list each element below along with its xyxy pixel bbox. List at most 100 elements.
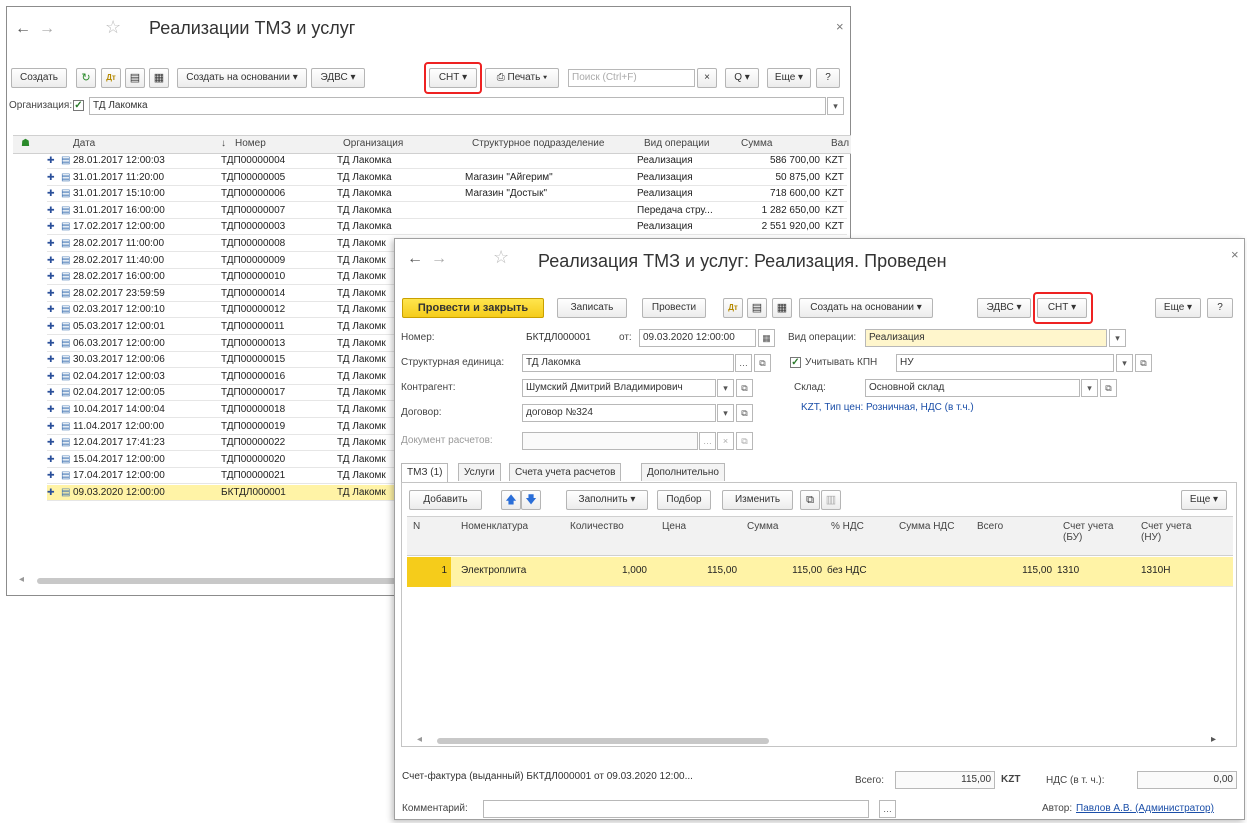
- col-sum[interactable]: Сумма: [741, 138, 772, 149]
- comment-input[interactable]: [483, 800, 869, 818]
- refresh-icon[interactable]: ↻: [76, 68, 96, 88]
- print-button[interactable]: ⎙ Печать ▾: [485, 68, 559, 88]
- forward-arrow-icon[interactable]: →: [37, 19, 57, 39]
- create-based-button[interactable]: Создать на основании ▾: [177, 68, 307, 88]
- grid-more-button[interactable]: Еще ▾: [1181, 490, 1227, 510]
- settlement-open-icon[interactable]: ⧉: [736, 432, 753, 450]
- warehouse-open-icon[interactable]: ⧉: [1100, 379, 1117, 397]
- dt-kt-icon[interactable]: Дт: [723, 298, 743, 318]
- counterparty-dropdown[interactable]: ▾: [717, 379, 734, 397]
- create-button[interactable]: Создать: [11, 68, 67, 88]
- grid-row[interactable]: 1 Электроплита 1,000 115,00 115,00 без НДС 115…: [407, 557, 1233, 587]
- horizontal-scrollbar[interactable]: [37, 578, 402, 584]
- move-up-icon[interactable]: 🡅: [501, 490, 521, 510]
- org-filter-checkbox[interactable]: ✓: [73, 100, 84, 111]
- contract-open-icon[interactable]: ⧉: [736, 404, 753, 422]
- gcol-price[interactable]: Цена: [662, 521, 686, 532]
- date-input[interactable]: 09.03.2020 12:00:00: [639, 329, 756, 347]
- move-down-icon[interactable]: 🡇: [521, 490, 541, 510]
- table-row[interactable]: ✚ ▤ 28.01.2017 12:00:03 ТДП00000004 ТД Лаком…: [47, 153, 847, 169]
- fill-button[interactable]: Заполнить ▾: [566, 490, 648, 510]
- more-button[interactable]: Еще ▾: [767, 68, 811, 88]
- calendar-icon[interactable]: ▦: [758, 329, 775, 347]
- tab-tmz[interactable]: ТМЗ (1): [401, 463, 449, 483]
- counterparty-input[interactable]: Шумский Дмитрий Владимирович: [522, 379, 716, 397]
- add-row-button[interactable]: Добавить: [409, 490, 482, 510]
- post-and-close-button[interactable]: Провести и закрыть: [402, 298, 544, 318]
- unit-select-button[interactable]: …: [735, 354, 752, 372]
- counterparty-open-icon[interactable]: ⧉: [736, 379, 753, 397]
- col-number[interactable]: Номер: [235, 138, 266, 149]
- structure-icon[interactable]: ▦: [149, 68, 169, 88]
- gcol-sum[interactable]: Сумма: [747, 521, 778, 532]
- col-currency[interactable]: Вал: [831, 138, 849, 149]
- help-button[interactable]: ?: [1207, 298, 1233, 318]
- back-arrow-icon[interactable]: ←: [13, 19, 33, 39]
- org-filter-input[interactable]: ТД Лакомка: [89, 97, 826, 115]
- gcol-acc-bu[interactable]: Счет учета (БУ): [1063, 521, 1125, 543]
- comment-expand-button[interactable]: …: [879, 800, 896, 818]
- edvs-button[interactable]: ЭДВС ▾: [977, 298, 1031, 318]
- kpn-checkbox[interactable]: ✓: [790, 357, 801, 368]
- tab-services[interactable]: Услуги: [458, 463, 501, 481]
- table-row[interactable]: ✚ ▤ 31.01.2017 11:20:00 ТДП00000005 ТД Лаком…: [47, 170, 847, 186]
- dt-kt-icon[interactable]: Дт: [101, 68, 121, 88]
- search-button[interactable]: Q ▾: [725, 68, 759, 88]
- tab-settlement-accounts[interactable]: Счета учета расчетов: [509, 463, 622, 481]
- grid-horizontal-scrollbar[interactable]: [437, 738, 769, 744]
- grid-scroll-left-icon[interactable]: ◂: [417, 734, 422, 745]
- back-arrow-icon[interactable]: ←: [405, 249, 425, 269]
- operation-dropdown[interactable]: ▾: [1109, 329, 1126, 347]
- more-button[interactable]: Еще ▾: [1155, 298, 1201, 318]
- kpn-input[interactable]: НУ: [896, 354, 1114, 372]
- post-button[interactable]: Провести: [642, 298, 706, 318]
- table-row[interactable]: ✚ ▤ 31.01.2017 15:10:00 ТДП00000006 ТД Лаком…: [47, 186, 847, 203]
- col-organization[interactable]: Организация: [343, 138, 403, 149]
- table-row[interactable]: ✚ ▤ 09.03.2020 12:00:00 БКТДЛ000001 ТД Лаком…: [47, 485, 395, 501]
- clear-search-button[interactable]: ×: [697, 68, 717, 88]
- table-row[interactable]: ✚ ▤ 17.02.2017 12:00:00 ТДП00000003 ТД Лаком…: [47, 219, 847, 236]
- copy-icon[interactable]: ⧉: [800, 490, 820, 510]
- contract-dropdown[interactable]: ▾: [717, 404, 734, 422]
- unit-open-icon[interactable]: ⧉: [754, 354, 771, 372]
- paste-icon[interactable]: ▥: [821, 490, 841, 510]
- tab-additional[interactable]: Дополнительно: [641, 463, 725, 481]
- select-items-button[interactable]: Подбор: [657, 490, 711, 510]
- price-type-link[interactable]: KZT, Тип цен: Розничная, НДС (в т.ч.): [801, 402, 974, 413]
- favorite-star-icon[interactable]: ☆: [105, 17, 121, 38]
- settlement-clear-button[interactable]: ×: [717, 432, 734, 450]
- gcol-vat[interactable]: % НДС: [831, 521, 864, 532]
- structure-icon[interactable]: ▦: [772, 298, 792, 318]
- close-icon[interactable]: ×: [836, 19, 844, 34]
- change-button[interactable]: Изменить: [722, 490, 793, 510]
- save-button[interactable]: Записать: [557, 298, 627, 318]
- invoice-link[interactable]: Счет-фактура (выданный) БКТДЛ000001 от 0…: [402, 771, 693, 782]
- document-icon[interactable]: ▤: [125, 68, 145, 88]
- help-button[interactable]: ?: [816, 68, 840, 88]
- search-input[interactable]: Поиск (Ctrl+F): [568, 69, 695, 87]
- favorite-star-icon[interactable]: ☆: [493, 247, 509, 268]
- settlement-select-button[interactable]: …: [699, 432, 716, 450]
- forward-arrow-icon[interactable]: →: [429, 249, 449, 269]
- col-date[interactable]: Дата: [73, 138, 95, 149]
- kpn-open-icon[interactable]: ⧉: [1135, 354, 1152, 372]
- gcol-item[interactable]: Номенклатура: [461, 521, 528, 532]
- author-link[interactable]: Павлов А.В. (Администратор): [1076, 803, 1214, 814]
- gcol-total[interactable]: Всего: [977, 521, 1003, 532]
- col-operation[interactable]: Вид операции: [644, 138, 709, 149]
- scroll-left-icon[interactable]: ◂: [19, 574, 24, 585]
- gcol-vat-sum[interactable]: Сумма НДС: [899, 521, 954, 532]
- warehouse-input[interactable]: Основной склад: [865, 379, 1080, 397]
- org-filter-dropdown[interactable]: ▾: [827, 97, 844, 115]
- edvs-button[interactable]: ЭДВС ▾: [311, 68, 365, 88]
- contract-input[interactable]: договор №324: [522, 404, 716, 422]
- close-icon[interactable]: ×: [1231, 247, 1239, 262]
- gcol-acc-nu[interactable]: Счет учета (НУ): [1141, 521, 1203, 543]
- create-based-button[interactable]: Создать на основании ▾: [799, 298, 933, 318]
- gcol-qty[interactable]: Количество: [570, 521, 624, 532]
- document-icon[interactable]: ▤: [747, 298, 767, 318]
- operation-input[interactable]: Реализация: [865, 329, 1107, 347]
- col-unit[interactable]: Структурное подразделение: [472, 138, 604, 149]
- gcol-n[interactable]: N: [413, 521, 420, 532]
- unit-input[interactable]: ТД Лакомка: [522, 354, 734, 372]
